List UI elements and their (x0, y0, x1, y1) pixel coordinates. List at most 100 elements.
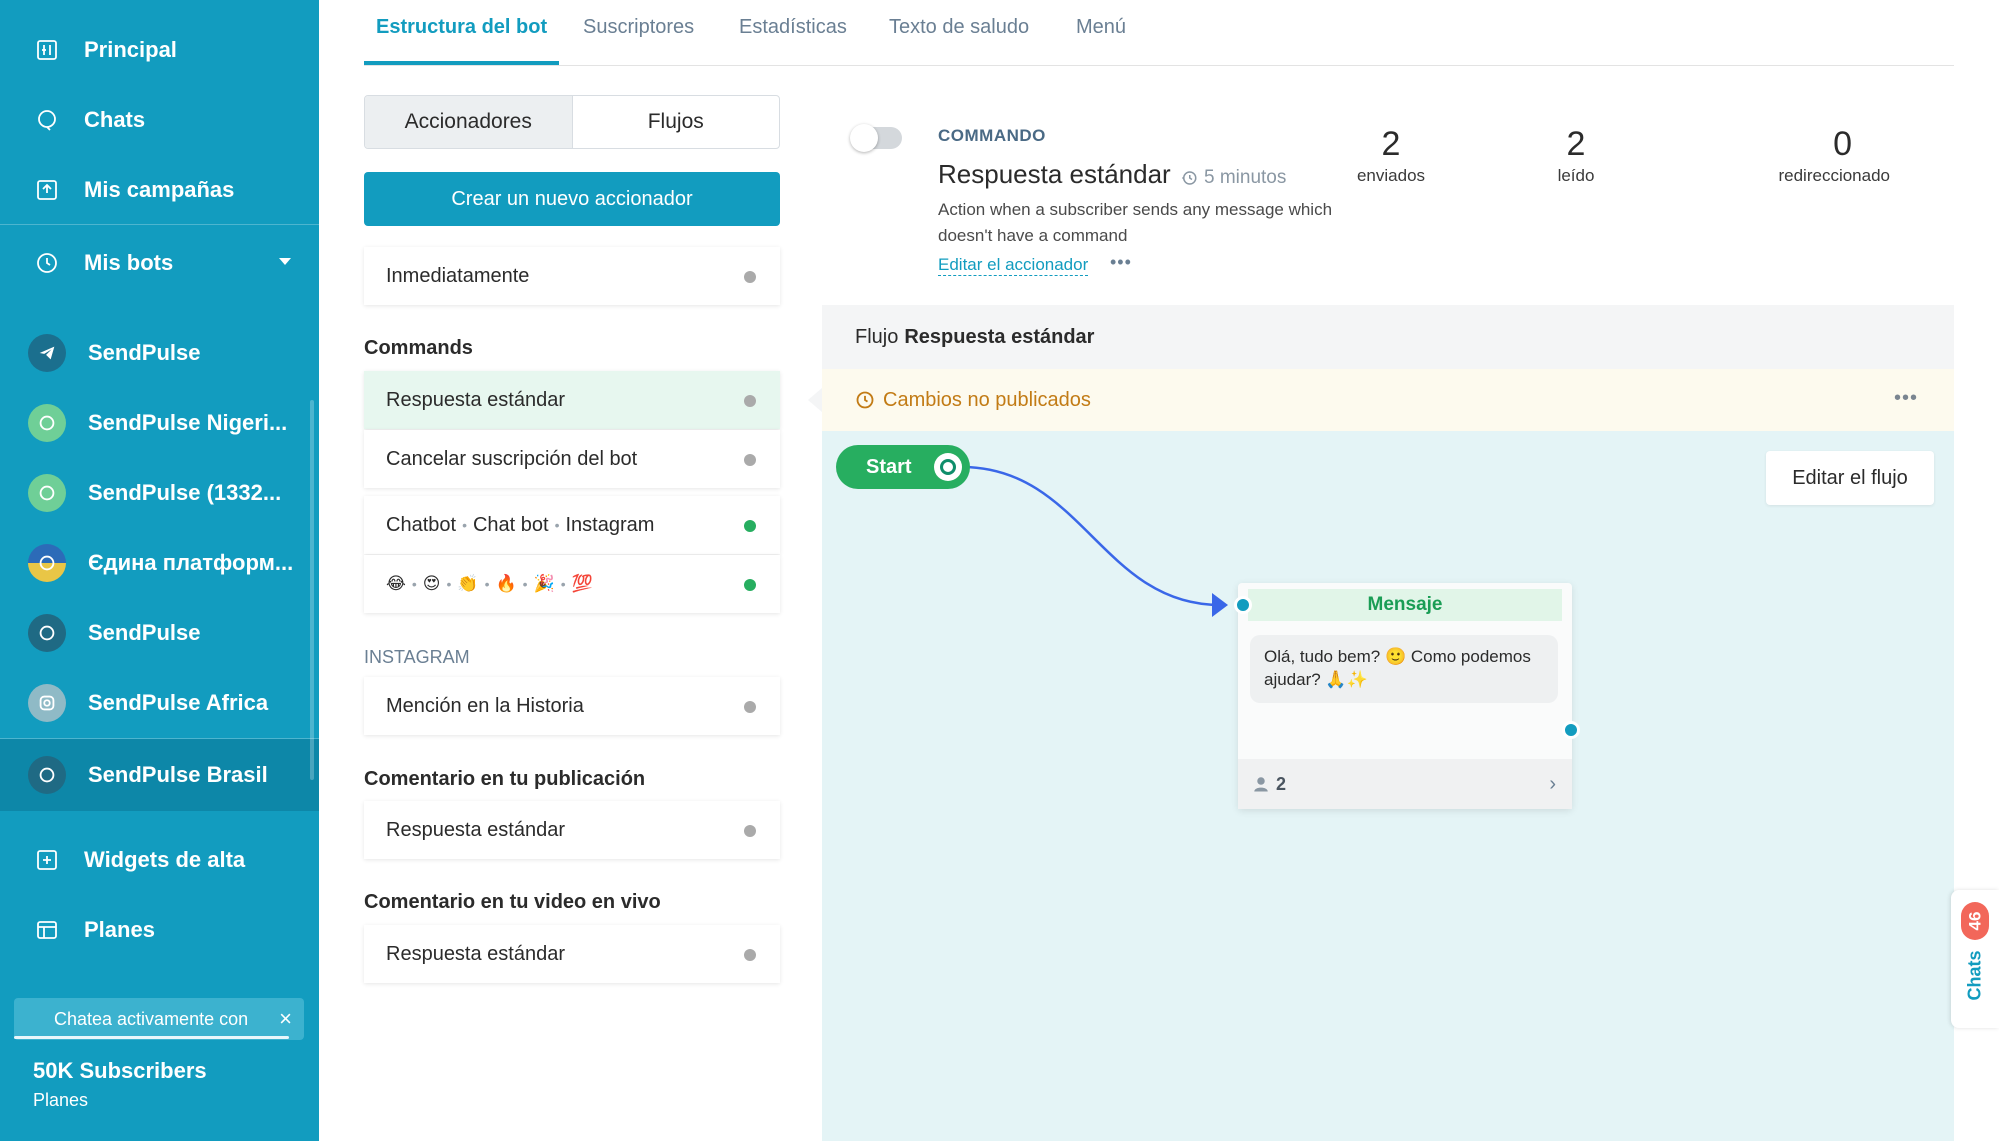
nav-label: Mis bots (84, 250, 174, 275)
telegram-icon (28, 334, 66, 372)
tab-greeting[interactable]: Texto de saludo (889, 16, 1029, 39)
status-dot (744, 579, 756, 591)
segment-triggers[interactable]: Accionadores (365, 96, 573, 148)
nav-label: Mis campañas (84, 177, 235, 202)
bot-item-sendpulse-viber[interactable]: SendPulse (0, 598, 319, 668)
emoji: 👏 (457, 574, 479, 593)
nav-label: Chats (84, 107, 146, 132)
separator-dot: • (484, 576, 490, 592)
nav-my-bots[interactable]: Mis bots (0, 228, 319, 298)
delay-text: 5 minutos (1204, 167, 1287, 188)
trigger-label: Respuesta estándar (386, 942, 566, 965)
edit-flow-button[interactable]: Editar el flujo (1766, 451, 1934, 505)
flow-canvas[interactable]: Start Editar el flujo Mensaje Olá, tudo … (822, 431, 1954, 1141)
chevron-down-icon[interactable] (279, 258, 291, 265)
trigger-label: Inmediatamente (386, 264, 530, 287)
nav-chats[interactable]: Chats (0, 85, 319, 155)
whatsapp-icon (28, 474, 66, 512)
sidebar: Principal Chats Mis campañas Mis bots Se… (0, 0, 319, 1141)
separator-dot: • (522, 576, 528, 592)
bot-item-sendpulse-1332[interactable]: SendPulse (1332... (0, 458, 319, 528)
tab-menu[interactable]: Menú (1076, 16, 1126, 39)
unpublished-text: Cambios no publicados (883, 388, 1091, 411)
bot-item-edyna[interactable]: Єдина платформ... (0, 528, 319, 598)
chats-widget-label: Chats (1964, 950, 1985, 1001)
trigger-default-response[interactable]: Respuesta estándar (364, 371, 780, 429)
trigger-toggle[interactable] (850, 124, 902, 152)
input-port[interactable] (1234, 596, 1252, 614)
message-node[interactable]: Mensaje Olá, tudo bem? 🙂 Como podemos aj… (1238, 583, 1572, 809)
flow-name: Respuesta estándar (904, 325, 1095, 348)
banner-scrollbar (14, 1036, 289, 1039)
home-icon (34, 37, 60, 63)
nav-label: Widgets de alta (84, 847, 246, 872)
viber-icon (28, 544, 66, 582)
trigger-type-label: COMMANDO (938, 126, 1046, 145)
toggle-knob (850, 124, 878, 152)
trigger-label: Respuesta estándar (386, 388, 566, 411)
trigger-delay: 5 minutos (1180, 167, 1286, 189)
unpublished-banner: Cambios no publicados ••• (822, 369, 1954, 431)
bot-label: SendPulse Nigeri... (88, 410, 288, 435)
stat-value: 0 (1833, 125, 1852, 163)
close-icon[interactable]: × (279, 1006, 292, 1032)
start-node[interactable]: Start (836, 445, 970, 489)
status-dot (744, 520, 756, 532)
upload-icon (34, 177, 60, 203)
bot-item-sendpulse-brasil[interactable]: SendPulse Brasil (0, 739, 319, 811)
chevron-right-icon[interactable]: › (1549, 773, 1556, 796)
divider (0, 224, 319, 225)
trigger-label: Respuesta estándar (386, 818, 566, 841)
output-port[interactable] (934, 453, 962, 481)
chat-banner[interactable]: Chatea activamente con × (14, 998, 304, 1040)
trigger-story-mention[interactable]: Mención en la Historia (364, 677, 780, 735)
emoji: 😂 (386, 574, 406, 593)
trigger-description: Action when a subscriber sends any messa… (938, 200, 1333, 245)
stat-value: 2 (1566, 125, 1586, 163)
flow-prefix: Flujo (855, 325, 899, 348)
trigger-live-comment[interactable]: Respuesta estándar (364, 925, 780, 983)
more-icon[interactable]: ••• (1894, 387, 1918, 410)
flow-header: Flujo Respuesta estándar (822, 305, 1954, 369)
sidebar-scrollbar[interactable] (310, 400, 314, 780)
plans-link[interactable]: Planes (33, 1090, 88, 1111)
chats-widget[interactable]: 46 Chats (1951, 890, 1999, 1028)
tab-subscribers[interactable]: Suscriptores (583, 16, 694, 39)
recipient-count: 2 (1276, 773, 1287, 794)
trigger-post-comment[interactable]: Respuesta estándar (364, 801, 780, 859)
nav-principal[interactable]: Principal (0, 15, 319, 85)
trigger-title: Respuesta estándar (938, 159, 1171, 189)
tab-statistics[interactable]: Estadísticas (739, 16, 847, 39)
status-dot (744, 949, 756, 961)
card-icon (34, 917, 60, 943)
bot-label: SendPulse Brasil (88, 762, 268, 787)
nav-widgets[interactable]: Widgets de alta (0, 825, 319, 895)
trigger-unsubscribe[interactable]: Cancelar suscripción del bot (364, 430, 780, 488)
create-trigger-button[interactable]: Crear un nuevo accionador (364, 172, 780, 226)
bot-item-sendpulse-africa[interactable]: SendPulse Africa (0, 668, 319, 738)
stat-label: enviados (1356, 166, 1426, 185)
trigger-immediately[interactable]: Inmediatamente (364, 247, 780, 305)
more-icon[interactable]: ••• (1110, 252, 1132, 273)
trigger-label: Mención en la Historia (386, 694, 584, 717)
nav-campaigns[interactable]: Mis campañas (0, 155, 319, 225)
nav-plans[interactable]: Planes (0, 895, 319, 965)
edit-trigger-link[interactable]: Editar el accionador (938, 255, 1089, 276)
trigger-keywords[interactable]: Chatbot • Chat bot • Instagram (364, 496, 780, 554)
start-label: Start (866, 455, 912, 478)
user-icon (1252, 775, 1270, 793)
active-tab-indicator (364, 61, 559, 65)
emoji: 😍 (422, 574, 441, 593)
trigger-emojis[interactable]: 😂 • 😍 • 👏 • 🔥 • 🎉 • 💯 (364, 555, 780, 613)
segment-flows[interactable]: Flujos (573, 96, 780, 148)
separator-dot: • (411, 576, 417, 592)
bot-label: SendPulse Africa (88, 690, 269, 715)
bot-item-sendpulse-nigeria[interactable]: SendPulse Nigeri... (0, 388, 319, 458)
bot-item-sendpulse-telegram[interactable]: SendPulse (0, 318, 319, 388)
tab-bot-structure[interactable]: Estructura del bot (376, 16, 547, 39)
keyword: Instagram (565, 513, 655, 536)
separator-dot: • (560, 576, 566, 592)
output-port[interactable] (1562, 721, 1580, 739)
status-dot (744, 701, 756, 713)
bot-label: SendPulse (88, 340, 201, 365)
